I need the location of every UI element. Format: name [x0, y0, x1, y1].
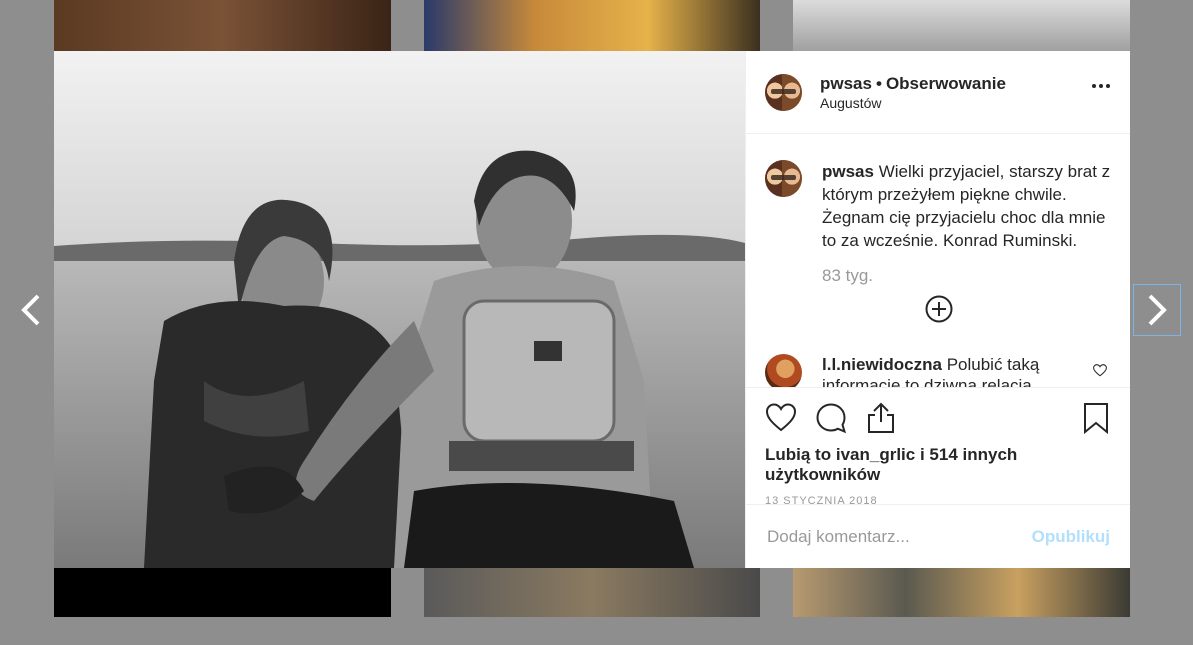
heart-icon[interactable] — [765, 402, 797, 434]
post-modal: pwsas • Obserwowanie Augustów pwsas Wielki… — [54, 51, 1130, 568]
share-icon[interactable] — [865, 402, 897, 434]
likes-conjunction: i — [919, 445, 925, 464]
chevron-right-icon — [1148, 294, 1167, 326]
like-comment-icon[interactable] — [1093, 364, 1107, 377]
caption: pwsas Wielki przyjaciel, starszy brat z … — [765, 160, 1111, 252]
avatar[interactable] — [765, 354, 802, 387]
comment-item: l.l.niewidoczna Polubić taką informacje … — [765, 354, 1111, 387]
likes-summary: Lubią to ivan_grlic i 514 innych użytkow… — [765, 445, 1111, 485]
liked-by-user[interactable]: ivan_grlic — [836, 445, 915, 464]
post-photo[interactable] — [54, 51, 745, 568]
comment-icon[interactable] — [815, 402, 847, 434]
more-options-button[interactable] — [1092, 84, 1110, 88]
comment-username[interactable]: l.l.niewidoczna — [822, 355, 942, 374]
chevron-left-icon — [21, 294, 40, 326]
add-comment-form: Opublikuj — [746, 504, 1130, 568]
post-location[interactable]: Augustów — [820, 95, 1112, 111]
caption-username[interactable]: pwsas — [822, 162, 874, 181]
next-post-button[interactable] — [1133, 284, 1181, 336]
likes-prefix: Lubią to — [765, 445, 832, 464]
caption-time: 83 tyg. — [822, 266, 874, 285]
post-photo-image — [54, 51, 745, 568]
post-actions: Lubią to ivan_grlic i 514 innych użytkow… — [746, 387, 1130, 507]
separator-dot: • — [875, 73, 882, 93]
post-sidebar: pwsas • Obserwowanie Augustów pwsas Wielki… — [745, 51, 1130, 568]
post-comment-button[interactable]: Opublikuj — [1032, 527, 1110, 547]
avatar[interactable] — [765, 73, 802, 111]
comment-input[interactable] — [767, 526, 1032, 547]
post-date[interactable]: 13 stycznia 2018 — [765, 495, 1111, 507]
author-username[interactable]: pwsas — [820, 74, 872, 93]
load-more-comments-icon[interactable] — [925, 295, 953, 323]
follow-status-button[interactable]: Obserwowanie — [886, 74, 1006, 93]
comments-section[interactable]: pwsas Wielki przyjaciel, starszy brat z … — [746, 134, 1130, 387]
bookmark-icon[interactable] — [1081, 402, 1111, 434]
previous-post-button[interactable] — [11, 288, 51, 332]
avatar[interactable] — [765, 160, 802, 197]
post-header: pwsas • Obserwowanie Augustów — [746, 51, 1130, 134]
